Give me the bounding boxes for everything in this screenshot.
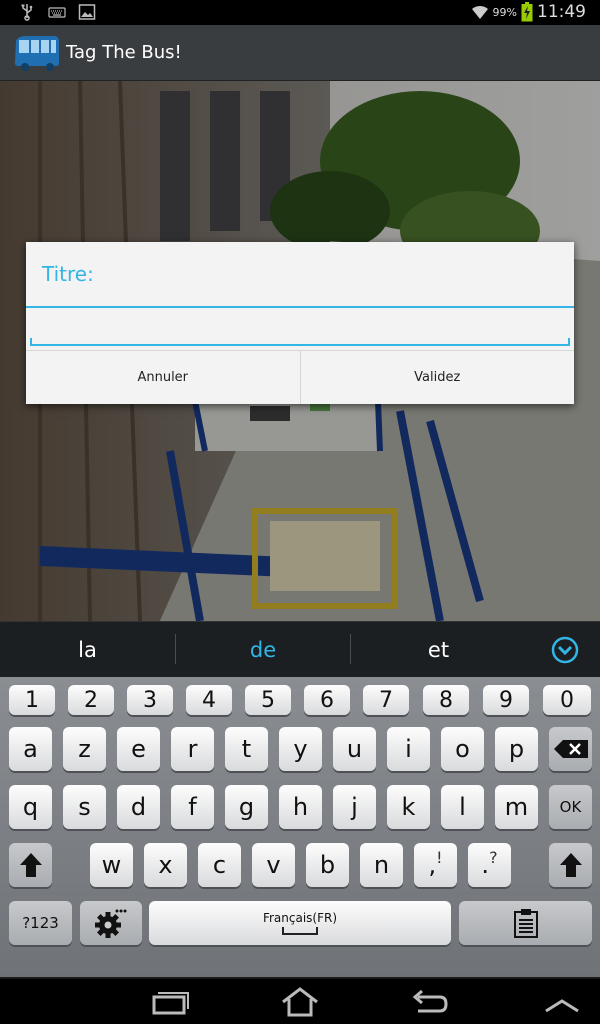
key-p[interactable]: p [495,727,538,771]
action-bar: Tag The Bus! [0,25,600,81]
home-icon[interactable] [280,987,320,1017]
shift-icon [19,853,42,877]
key-x[interactable]: x [144,843,187,887]
settings-key[interactable] [80,901,142,945]
key-3[interactable]: 3 [127,685,173,715]
key-b[interactable]: b [306,843,349,887]
title-input[interactable] [30,314,570,346]
key-v[interactable]: v [252,843,295,887]
key-q[interactable]: q [9,785,52,829]
suggestion-item-active[interactable]: de [176,622,350,678]
clipboard-icon [513,909,538,938]
screen: 99% 11:49 Tag The Bus! Titre: Annuler Va… [0,0,600,1024]
key-n[interactable]: n [360,843,403,887]
clipboard-key[interactable] [459,901,592,945]
key-s[interactable]: s [63,785,106,829]
back-icon[interactable] [410,987,450,1017]
suggestion-item[interactable]: la [0,622,175,678]
backspace-key[interactable] [549,727,592,771]
ok-key[interactable]: OK [549,785,592,829]
key-o[interactable]: o [441,727,484,771]
space-key-label: Français(FR) [262,911,338,925]
space-icon [282,927,318,935]
chevron-up-icon[interactable] [542,987,582,1017]
wifi-icon [471,5,488,19]
key-t[interactable]: t [225,727,268,771]
image-icon [78,4,96,20]
dialog-title: Titre: [42,262,94,286]
usb-icon [21,4,33,21]
input-underline-left [30,338,32,346]
key-alt-char: ! [436,847,443,867]
key-a[interactable]: a [9,727,52,771]
suggestion-item[interactable]: et [351,622,526,678]
key-y[interactable]: y [279,727,322,771]
key-j[interactable]: j [333,785,376,829]
key-1[interactable]: 1 [9,685,55,715]
key-0[interactable]: 0 [543,685,591,715]
key-5[interactable]: 5 [245,685,291,715]
key-7[interactable]: 7 [363,685,409,715]
recent-apps-icon[interactable] [150,987,190,1017]
key-alt-char: ? [489,847,498,867]
app-title: Tag The Bus! [66,42,182,63]
key-r[interactable]: r [171,727,214,771]
key-u[interactable]: u [333,727,376,771]
keyboard: 1 2 3 4 5 6 7 8 9 0 a z e r t y u i o p … [0,677,600,977]
key-2[interactable]: 2 [68,685,114,715]
symbols-key[interactable]: ?123 [9,901,72,945]
gear-icon [95,909,127,938]
shift-icon [559,853,582,877]
key-9[interactable]: 9 [483,685,529,715]
status-bar: 99% 11:49 [0,0,600,25]
key-m[interactable]: m [495,785,538,829]
title-dialog: Titre: Annuler Validez [26,242,574,404]
key-6[interactable]: 6 [304,685,350,715]
battery-charging-icon [521,2,533,22]
clock: 11:49 [537,2,586,22]
key-c[interactable]: c [198,843,241,887]
cancel-button[interactable]: Annuler [26,351,300,404]
key-l[interactable]: l [441,785,484,829]
key-h[interactable]: h [279,785,322,829]
keyboard-icon [48,7,66,18]
key-main-char: . [481,851,490,879]
key-main-char: , [428,851,437,879]
backspace-icon [553,740,588,758]
navigation-bar [0,977,600,1024]
suggestion-bar: la de et [0,621,600,677]
key-4[interactable]: 4 [186,685,232,715]
battery-percent: 99% [492,5,517,19]
shift-key[interactable] [9,843,52,887]
key-e[interactable]: e [117,727,160,771]
chevron-down-icon[interactable] [550,635,580,665]
key-period[interactable]: .? [468,843,511,887]
key-k[interactable]: k [387,785,430,829]
input-underline-right [568,338,570,346]
confirm-button[interactable]: Validez [299,351,575,404]
key-comma[interactable]: ,! [414,843,457,887]
dialog-button-row: Annuler Validez [26,350,574,404]
key-g[interactable]: g [225,785,268,829]
space-key[interactable]: Français(FR) [149,901,451,945]
key-f[interactable]: f [171,785,214,829]
key-w[interactable]: w [90,843,133,887]
shift-key-right[interactable] [549,843,592,887]
dialog-divider [26,306,574,308]
key-z[interactable]: z [63,727,106,771]
key-8[interactable]: 8 [423,685,469,715]
key-i[interactable]: i [387,727,430,771]
bus-icon [15,36,59,71]
key-d[interactable]: d [117,785,160,829]
